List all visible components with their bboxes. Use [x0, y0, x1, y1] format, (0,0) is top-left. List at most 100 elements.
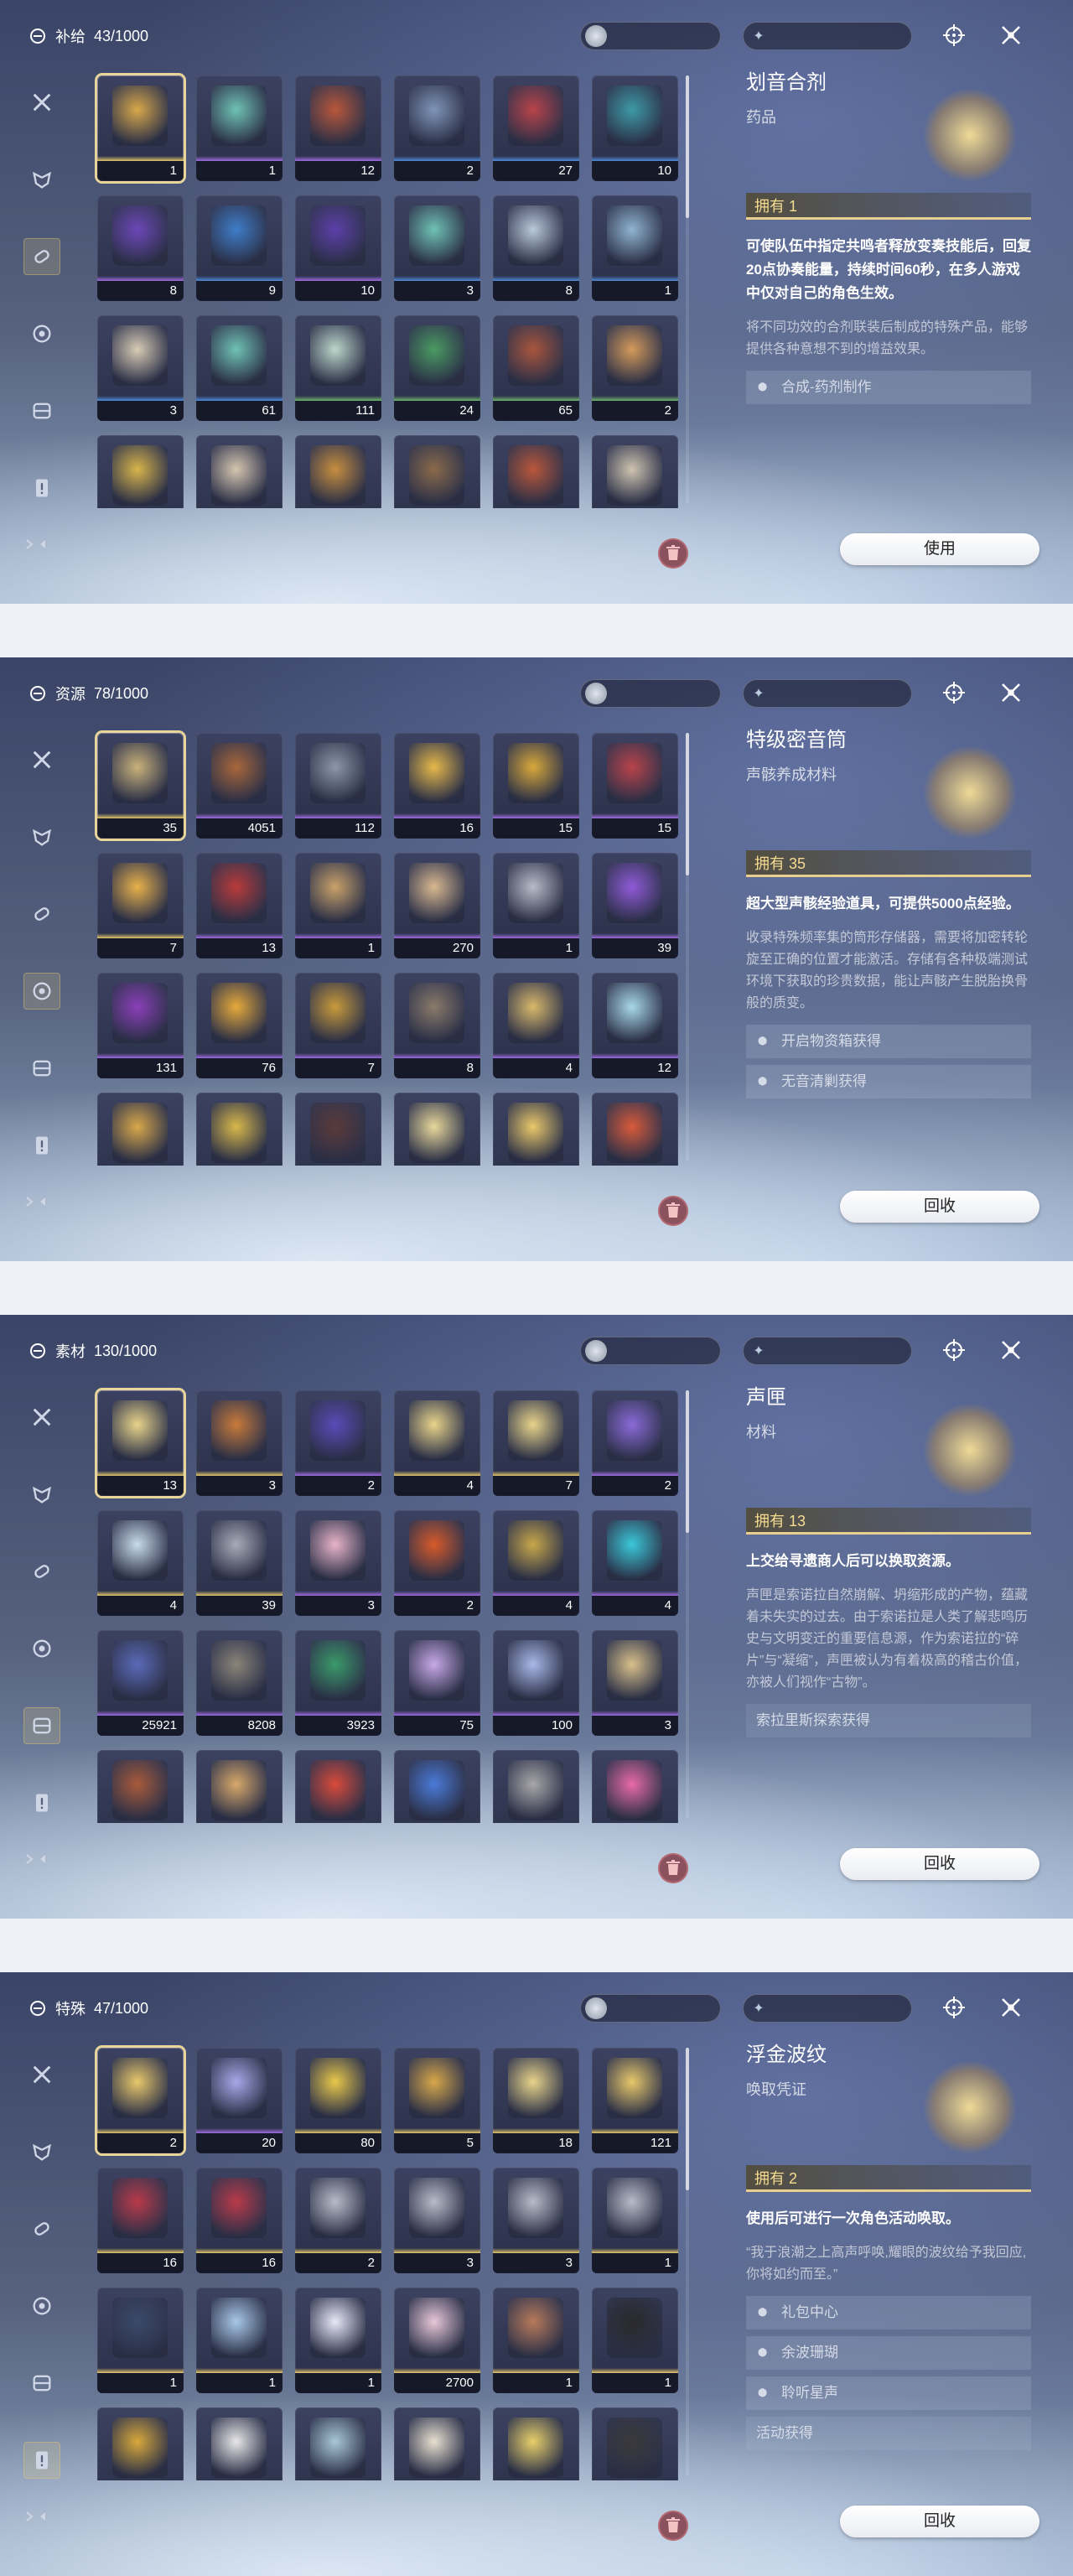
inventory-slot[interactable]: 7 [493, 1390, 579, 1496]
inventory-slot[interactable] [493, 435, 579, 508]
crosshair-icon[interactable] [939, 1992, 969, 2023]
inventory-slot[interactable]: 39 [196, 1510, 283, 1616]
sidebar-collapse-icon[interactable] [25, 1853, 52, 1869]
inventory-slot[interactable]: 1 [295, 853, 381, 958]
inventory-slot[interactable] [592, 1750, 678, 1823]
grid-scrollbar[interactable] [686, 733, 689, 1161]
inventory-slot[interactable] [97, 2407, 184, 2480]
inventory-slot[interactable] [196, 2407, 283, 2480]
trash-icon[interactable] [658, 2511, 688, 2541]
inventory-slot[interactable]: 3 [394, 2168, 480, 2273]
inventory-slot[interactable]: 1 [592, 2168, 678, 2273]
inventory-slot[interactable]: 80 [295, 2048, 381, 2153]
crosshair-icon[interactable] [939, 1335, 969, 1365]
inventory-slot[interactable]: 8 [394, 973, 480, 1078]
inventory-slot[interactable]: 16 [196, 2168, 283, 2273]
inventory-slot[interactable]: 1 [592, 195, 678, 301]
resource-icon[interactable] [23, 973, 60, 1010]
supply-icon[interactable] [23, 2210, 60, 2247]
inventory-slot[interactable] [592, 435, 678, 508]
add-waveplate-button[interactable] [885, 683, 907, 704]
inventory-slot[interactable] [97, 1093, 184, 1166]
sidebar-collapse-icon[interactable] [25, 2511, 52, 2527]
inventory-slot[interactable]: 15 [592, 733, 678, 839]
inventory-slot[interactable]: 100 [493, 1630, 579, 1736]
grid-scrollbar[interactable] [686, 75, 689, 503]
special-icon[interactable] [23, 2442, 60, 2479]
close-icon[interactable] [996, 20, 1026, 50]
sidebar-collapse-icon[interactable] [25, 538, 52, 554]
source-entry[interactable]: 索拉里斯探索获得 [746, 1704, 1031, 1737]
inventory-slot[interactable]: 10 [592, 75, 678, 181]
inventory-slot[interactable]: 18 [493, 2048, 579, 2153]
inventory-slot[interactable]: 75 [394, 1630, 480, 1736]
inventory-slot[interactable]: 16 [97, 2168, 184, 2273]
scrollbar-thumb[interactable] [686, 75, 689, 218]
inventory-slot[interactable]: 131 [97, 973, 184, 1078]
inventory-slot[interactable]: 111 [295, 315, 381, 421]
add-waveplate-button[interactable] [885, 25, 907, 47]
source-entry[interactable]: 活动获得 [746, 2417, 1031, 2450]
sword-icon[interactable] [23, 1399, 60, 1436]
inventory-slot[interactable] [295, 1750, 381, 1823]
inventory-slot[interactable]: 270 [394, 853, 480, 958]
inventory-slot[interactable]: 8 [97, 195, 184, 301]
echo-icon[interactable] [23, 161, 60, 198]
inventory-slot[interactable]: 13 [196, 853, 283, 958]
inventory-slot[interactable]: 2 [97, 2048, 184, 2153]
inventory-slot[interactable]: 1 [196, 2288, 283, 2393]
inventory-slot[interactable] [394, 435, 480, 508]
inventory-slot[interactable]: 20 [196, 2048, 283, 2153]
inventory-slot[interactable]: 4 [592, 1510, 678, 1616]
inventory-slot[interactable] [592, 1093, 678, 1166]
inventory-slot[interactable] [493, 2407, 579, 2480]
inventory-slot[interactable]: 4 [493, 973, 579, 1078]
sword-icon[interactable] [23, 84, 60, 121]
grid-scrollbar[interactable] [686, 1390, 689, 1818]
inventory-slot[interactable]: 27 [493, 75, 579, 181]
inventory-slot[interactable]: 10 [295, 195, 381, 301]
inventory-slot[interactable]: 16 [394, 733, 480, 839]
add-waveplate-button[interactable] [885, 1997, 907, 2019]
material-icon[interactable] [23, 2365, 60, 2402]
source-entry[interactable]: ⬤ 聆听星声 [746, 2376, 1031, 2410]
inventory-slot[interactable]: 15 [493, 733, 579, 839]
crosshair-icon[interactable] [939, 678, 969, 708]
inventory-slot[interactable] [394, 1750, 480, 1823]
supply-icon[interactable] [23, 1553, 60, 1590]
source-entry[interactable]: ⬤ 合成-药剂制作 [746, 371, 1031, 404]
inventory-slot[interactable]: 3 [493, 2168, 579, 2273]
trash-icon[interactable] [658, 1853, 688, 1883]
material-icon[interactable] [23, 1707, 60, 1744]
sidebar-collapse-icon[interactable] [25, 1196, 52, 1212]
inventory-slot[interactable]: 2 [592, 315, 678, 421]
item-action-button[interactable]: 回收 [840, 1848, 1039, 1880]
special-icon[interactable] [23, 470, 60, 506]
inventory-slot[interactable]: 65 [493, 315, 579, 421]
supply-icon[interactable] [23, 238, 60, 275]
close-icon[interactable] [996, 1992, 1026, 2023]
inventory-slot[interactable]: 1 [493, 2288, 579, 2393]
inventory-slot[interactable] [196, 1750, 283, 1823]
sword-icon[interactable] [23, 741, 60, 778]
close-icon[interactable] [996, 678, 1026, 708]
crosshair-icon[interactable] [939, 20, 969, 50]
inventory-slot[interactable]: 13 [97, 1390, 184, 1496]
source-entry[interactable]: ⬤ 无音清剿获得 [746, 1065, 1031, 1098]
inventory-slot[interactable]: 25921 [97, 1630, 184, 1736]
inventory-slot[interactable]: 1 [493, 853, 579, 958]
material-icon[interactable] [23, 392, 60, 429]
inventory-slot[interactable]: 3 [394, 195, 480, 301]
inventory-slot[interactable]: 8 [493, 195, 579, 301]
inventory-slot[interactable] [196, 435, 283, 508]
inventory-slot[interactable]: 1 [196, 75, 283, 181]
inventory-slot[interactable]: 2 [394, 1510, 480, 1616]
inventory-slot[interactable]: 76 [196, 973, 283, 1078]
inventory-slot[interactable]: 35 [97, 733, 184, 839]
supply-icon[interactable] [23, 896, 60, 932]
inventory-slot[interactable] [295, 2407, 381, 2480]
inventory-slot[interactable]: 1 [295, 2288, 381, 2393]
close-icon[interactable] [996, 1335, 1026, 1365]
inventory-slot[interactable]: 9 [196, 195, 283, 301]
scrollbar-thumb[interactable] [686, 2048, 689, 2190]
